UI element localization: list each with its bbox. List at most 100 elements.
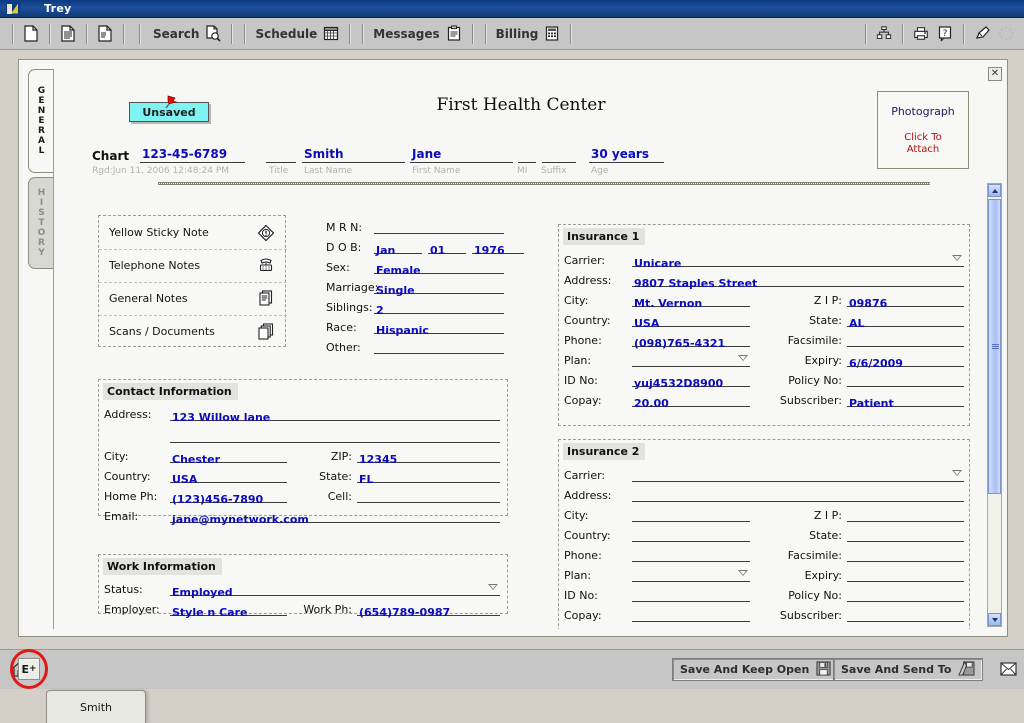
- contact-country-label: Country:: [104, 470, 151, 483]
- note-row-general-notes[interactable]: General Notes: [99, 282, 287, 313]
- contact-address-field[interactable]: 123 Willow lane: [170, 406, 500, 421]
- save-and-keep-open-button[interactable]: Save And Keep Open: [672, 658, 839, 681]
- contact-city-field[interactable]: Chester: [170, 448, 287, 463]
- first-name-field[interactable]: Jane: [410, 147, 513, 163]
- eplus-button[interactable]: E+: [18, 658, 40, 680]
- new-document-button[interactable]: [19, 22, 43, 46]
- ins1-address-field[interactable]: 9807 Staples Street: [632, 272, 964, 287]
- ins1-expiry-field[interactable]: 6/6/2009: [847, 352, 964, 367]
- schedule-button[interactable]: Schedule: [251, 22, 343, 46]
- ins1-country-field[interactable]: USA: [632, 312, 750, 327]
- marriage-field[interactable]: Single: [374, 279, 504, 294]
- search-button[interactable]: Search: [149, 22, 225, 46]
- busy-spinner-button: [994, 22, 1018, 46]
- middle-initial-field[interactable]: [518, 147, 536, 163]
- ins1-policyno-field[interactable]: [847, 372, 964, 387]
- chart-number-field[interactable]: 123-45-6789: [140, 147, 245, 163]
- ins2-subscriber-field[interactable]: [847, 607, 964, 622]
- ins2-policyno-field[interactable]: [847, 587, 964, 602]
- contact-country-field[interactable]: USA: [170, 468, 287, 483]
- ins2-facsimile-field[interactable]: [847, 547, 964, 562]
- note-row-scans-documents[interactable]: Scans / Documents: [99, 315, 287, 346]
- note-row-telephone[interactable]: Telephone Notes: [99, 249, 287, 280]
- network-tree-button[interactable]: [872, 22, 896, 46]
- ins1-zip-field[interactable]: 09876: [847, 292, 964, 307]
- contact-address2-field[interactable]: [170, 428, 500, 443]
- other-field[interactable]: [374, 339, 504, 354]
- ins2-plan-dropdown[interactable]: [632, 567, 750, 582]
- ins1-phone-field[interactable]: (098)765-4321: [632, 332, 750, 347]
- ins2-zip-field[interactable]: [847, 507, 964, 522]
- document-lines-button[interactable]: [56, 22, 80, 46]
- ins1-carrier-dropdown[interactable]: Unicare: [632, 252, 964, 267]
- ins1-idno-field[interactable]: yuj4532D8900: [632, 372, 750, 387]
- document-text-icon: [97, 25, 113, 42]
- pencil-edit-button[interactable]: [970, 22, 994, 46]
- patient-tab-label: Smith: [80, 701, 112, 714]
- scrollbar-thumb[interactable]: [988, 199, 1001, 494]
- ins2-expiry-field[interactable]: [847, 567, 964, 582]
- suffix-field[interactable]: [542, 147, 576, 163]
- contact-state-field[interactable]: FL: [357, 468, 500, 483]
- ins2-policyno-label: Policy No:: [754, 589, 842, 602]
- photograph-attach-box[interactable]: Photograph Click To Attach: [877, 91, 969, 169]
- ins1-facsimile-field[interactable]: [847, 332, 964, 347]
- dob-month-field[interactable]: Jan: [374, 239, 422, 254]
- ins2-city-field[interactable]: [632, 507, 750, 522]
- middle-initial-sublabel: MI: [517, 166, 527, 176]
- sex-field[interactable]: Female: [374, 259, 504, 274]
- race-field[interactable]: Hispanic: [374, 319, 504, 334]
- contact-homeph-label: Home Ph:: [104, 490, 157, 503]
- mrn-field[interactable]: [374, 219, 504, 234]
- contact-zip-field[interactable]: 12345: [357, 448, 500, 463]
- billing-button[interactable]: Billing: [492, 22, 565, 46]
- save-and-send-to-button[interactable]: Save And Send To: [833, 658, 983, 681]
- scroll-up-button[interactable]: [988, 184, 1001, 197]
- document-text-button[interactable]: [93, 22, 117, 46]
- ins2-copay-field[interactable]: [632, 607, 750, 622]
- document-lines-icon: [60, 25, 76, 42]
- work-workph-field[interactable]: (654)789-0987: [357, 601, 500, 616]
- ins2-country-field[interactable]: [632, 527, 750, 542]
- tab-history[interactable]: HISTORY: [28, 177, 54, 269]
- ins2-idno-field[interactable]: [632, 587, 750, 602]
- contact-cell-field[interactable]: [357, 488, 500, 503]
- ins1-copay-field[interactable]: 20.00: [632, 392, 750, 407]
- ins2-address-field[interactable]: [632, 487, 964, 502]
- last-name-field[interactable]: Smith: [302, 147, 405, 163]
- ins1-plan-dropdown[interactable]: [632, 352, 750, 367]
- tab-general[interactable]: GENERAL: [28, 69, 54, 173]
- close-icon[interactable]: ✕: [988, 67, 1002, 81]
- printer-fax-button[interactable]: [909, 22, 933, 46]
- work-status-dropdown[interactable]: Employed: [170, 581, 500, 596]
- patient-tab-smith[interactable]: Smith: [46, 690, 146, 723]
- ins2-phone-field[interactable]: [632, 547, 750, 562]
- header-separator: [158, 182, 930, 185]
- mrn-label: M R N:: [326, 221, 362, 234]
- work-employer-field[interactable]: Style n Care: [170, 601, 287, 616]
- scroll-down-button[interactable]: [988, 613, 1001, 626]
- siblings-field[interactable]: 2: [374, 299, 504, 314]
- ins2-copay-label: Copay:: [564, 609, 602, 622]
- note-row-yellow-sticky[interactable]: Yellow Sticky Note: [99, 217, 287, 248]
- ins1-state-field[interactable]: AL: [847, 312, 964, 327]
- ins2-state-field[interactable]: [847, 527, 964, 542]
- contact-email-field[interactable]: jane@mynetwork.com: [170, 508, 500, 523]
- envelope-icon[interactable]: [1000, 661, 1017, 675]
- contact-homeph-field[interactable]: (123)456-7890: [170, 488, 287, 503]
- busy-spinner-icon: [998, 25, 1014, 42]
- help-button[interactable]: ?: [933, 22, 957, 46]
- vertical-scrollbar[interactable]: [987, 183, 1002, 627]
- clipboard-icon: [446, 25, 462, 42]
- ins1-subscriber-field[interactable]: Patient: [847, 392, 964, 407]
- toolbar-divider: [231, 24, 232, 44]
- stacked-pages-icon: [257, 322, 275, 340]
- dob-day-field[interactable]: 01: [428, 239, 466, 254]
- ins2-carrier-dropdown[interactable]: [632, 467, 964, 482]
- messages-button[interactable]: Messages: [369, 22, 465, 46]
- ins2-plan-label: Plan:: [564, 569, 591, 582]
- age-field[interactable]: 30 years: [589, 147, 664, 163]
- dob-year-field[interactable]: 1976: [472, 239, 524, 254]
- title-field[interactable]: [266, 147, 296, 163]
- ins1-city-field[interactable]: Mt. Vernon: [632, 292, 750, 307]
